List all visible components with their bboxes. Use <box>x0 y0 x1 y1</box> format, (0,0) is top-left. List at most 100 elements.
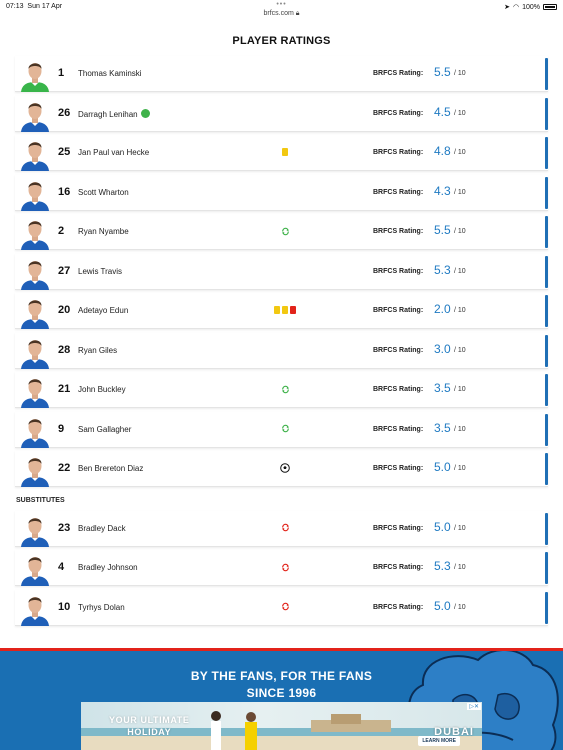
player-row[interactable]: 21 John Buckley BRFCS Rating: 3.5/ 10 <box>15 372 548 408</box>
player-avatar <box>18 552 52 586</box>
player-avatar <box>18 295 52 329</box>
player-row[interactable]: 26 Darragh Lenihan BRFCS Rating: 4.5/ 10 <box>15 95 548 132</box>
row-accent-bar <box>545 334 548 367</box>
row-accent-bar <box>545 413 548 446</box>
player-row[interactable]: 27 Lewis Travis BRFCS Rating: 5.3/ 10 <box>15 253 548 290</box>
player-avatar <box>18 453 52 487</box>
row-accent-bar <box>545 137 548 169</box>
player-row[interactable]: 2 Ryan Nyambe BRFCS Rating: 5.5/ 10 <box>15 214 548 250</box>
substituted-on-icon <box>281 602 289 611</box>
player-name: Sam Gallagher <box>78 424 132 434</box>
rating-value: 5.5 <box>434 223 451 237</box>
match-events <box>250 264 320 278</box>
player-row[interactable]: 25 Jan Paul van Hecke BRFCS Rating: 4.8/ 10 <box>15 135 548 171</box>
rating-value: 3.0 <box>434 341 451 356</box>
tab-dots-icon[interactable]: ••• <box>0 1 563 8</box>
rating-max: / 10 <box>454 564 466 571</box>
red-card-icon <box>290 306 296 314</box>
player-avatar <box>18 374 52 408</box>
player-number: 21 <box>58 383 71 395</box>
player-ratings-list: 1 Thomas Kaminski BRFCS Rating: 5.5 / 10 26 Da… <box>15 56 548 629</box>
rating-label: BRFCS Rating: <box>373 109 424 117</box>
player-row[interactable]: 1 Thomas Kaminski BRFCS Rating: 5.5/ 10 <box>15 56 548 92</box>
substituted-off-icon <box>281 385 289 393</box>
wifi-icon: ◠ <box>512 4 520 11</box>
rating-value: 5.5 <box>434 65 451 79</box>
page-title: PLAYER RATINGS <box>232 35 331 47</box>
player-name-cell: Darragh Lenihan <box>78 108 150 119</box>
rating-value: 4.5 <box>434 104 451 119</box>
rating-max: / 10 <box>454 307 466 314</box>
rating-label: BRFCS Rating: <box>373 603 424 611</box>
match-events <box>250 600 320 614</box>
player-number: 20 <box>58 304 71 316</box>
rating-label: BRFCS Rating: <box>373 70 424 77</box>
starters-list: 1 Thomas Kaminski BRFCS Rating: 5.5 / 10 26 Da… <box>15 56 548 487</box>
location-icon: ➤ <box>504 4 510 11</box>
ad-learn-more-button[interactable]: LEARN MORE <box>418 736 460 746</box>
player-avatar <box>18 216 52 250</box>
player-row[interactable]: 28 Ryan Giles BRFCS Rating: 3.0/ 10 <box>15 332 548 369</box>
match-events <box>250 224 320 238</box>
match-events <box>250 422 320 436</box>
player-name: Adetayo Edun <box>78 306 129 315</box>
player-number: 10 <box>58 600 71 613</box>
substituted-off-icon <box>281 424 289 433</box>
rating-max: / 10 <box>454 386 466 393</box>
player-number: 9 <box>58 422 65 435</box>
rating-value: 4.3 <box>434 183 451 198</box>
player-name-cell: Ben Brereton Diaz <box>78 464 143 473</box>
yellow-card-icon <box>274 306 280 314</box>
player-number: 1 <box>58 67 65 79</box>
player-row[interactable]: 10 Tyrhys Dolan BRFCS Rating: 5.0/ 10 <box>15 589 548 626</box>
row-accent-bar <box>545 255 548 288</box>
row-accent-bar <box>545 216 548 248</box>
row-accent-bar <box>545 552 548 584</box>
rating-label: BRFCS Rating: <box>373 465 424 472</box>
player-avatar <box>18 256 52 290</box>
player-name-cell: Ryan Giles <box>78 346 117 355</box>
player-row[interactable]: 4 Bradley Johnson BRFCS Rating: 5.3/ 10 <box>15 550 548 586</box>
rating-label: BRFCS Rating: <box>373 228 424 235</box>
player-number: 28 <box>58 343 71 356</box>
player-name: Bradley Dack <box>78 523 126 533</box>
rating-value: 5.0 <box>434 519 451 534</box>
player-row[interactable]: 16 Scott Wharton BRFCS Rating: 4.3/ 10 <box>15 174 548 211</box>
player-avatar <box>18 177 52 211</box>
player-row[interactable]: 23 Bradley Dack BRFCS Rating: 5.0/ 10 <box>15 510 548 547</box>
substitutes-list: 23 Bradley Dack BRFCS Rating: 5.0/ 10 4 Bradl… <box>15 510 548 626</box>
player-name-cell: Thomas Kaminski <box>78 69 142 78</box>
rating-max: / 10 <box>454 346 466 354</box>
player-avatar <box>18 513 52 547</box>
player-row[interactable]: 9 Sam Gallagher BRFCS Rating: 3.5/ 10 <box>15 411 548 448</box>
ad-headline: YOUR ULTIMATE HOLIDAY <box>109 715 190 737</box>
player-name: Tyrhys Dolan <box>78 602 125 612</box>
rating-max: / 10 <box>454 149 466 156</box>
advertisement-banner[interactable]: YOUR ULTIMATE HOLIDAY DUBAI LEARN MORE ▷… <box>81 702 482 750</box>
player-row[interactable]: 22 Ben Brereton Diaz BRFCS Rating: 5.0/ 10 <box>15 451 548 487</box>
badge-icon <box>140 108 150 118</box>
substituted-off-icon <box>281 227 289 235</box>
row-accent-bar <box>545 374 548 406</box>
rating-label: BRFCS Rating: <box>373 188 424 196</box>
ad-choices-icon[interactable]: ▷✕ <box>467 703 481 710</box>
player-number: 2 <box>58 225 65 237</box>
player-name: Lewis Travis <box>78 266 123 276</box>
player-name-cell: Ryan Nyambe <box>78 227 129 236</box>
player-number: 26 <box>58 106 71 119</box>
site-footer: BY THE FANS, FOR THE FANS SINCE 1996 YOU… <box>0 648 563 750</box>
rating-value: 3.5 <box>434 420 451 435</box>
player-name-cell: John Buckley <box>78 385 126 394</box>
rating-value: 2.0 <box>434 302 451 316</box>
goal-ball-icon <box>280 463 290 473</box>
address-bar[interactable]: brfcs.com 🔒︎ <box>0 10 563 18</box>
rating-max: / 10 <box>454 603 466 611</box>
player-name-cell: Adetayo Edun <box>78 306 128 315</box>
rating-value: 5.0 <box>434 460 451 474</box>
player-number: 23 <box>58 521 71 534</box>
player-avatar <box>18 592 52 626</box>
player-avatar <box>18 58 52 92</box>
row-accent-bar <box>545 453 548 485</box>
player-row[interactable]: 20 Adetayo Edun BRFCS Rating: 2.0/ 10 <box>15 293 548 329</box>
player-avatar <box>18 98 52 132</box>
